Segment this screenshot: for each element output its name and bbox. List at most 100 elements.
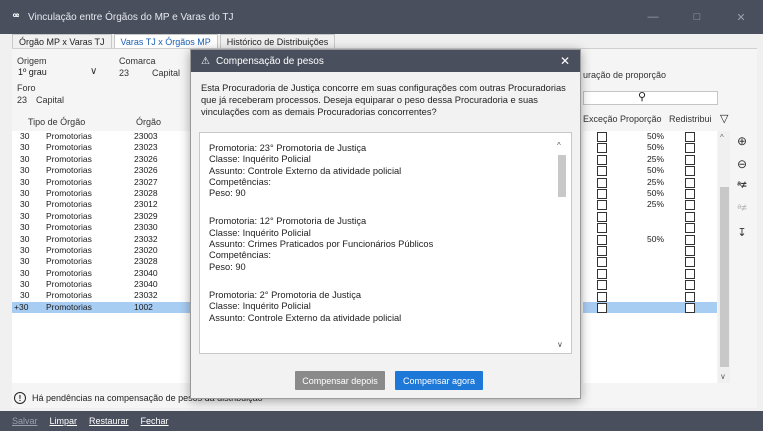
table-row[interactable] [583, 268, 717, 279]
table-row[interactable]: 30 Promotorias 23020 [12, 245, 192, 256]
table-row[interactable]: 30 Promotorias 23026 [12, 165, 192, 176]
chevron-down-icon[interactable]: ∨ [90, 66, 97, 77]
redistribui-checkbox[interactable] [685, 291, 695, 302]
redistribui-checkbox[interactable] [685, 143, 695, 154]
minimize-icon[interactable]: — [631, 0, 675, 34]
col-redistribui[interactable]: Redistribui [669, 114, 712, 124]
excecao-checkbox[interactable] [597, 166, 607, 177]
table-row[interactable]: 30 Promotorias 23012 [12, 199, 192, 210]
table-row[interactable]: 25% [583, 177, 717, 188]
table-row[interactable] [583, 302, 717, 314]
fechar-button[interactable]: Fechar [141, 416, 169, 426]
table-row[interactable] [583, 222, 717, 234]
excecao-checkbox[interactable] [597, 234, 607, 245]
table-row[interactable]: 30 Promotorias 23040 [12, 268, 192, 279]
table-row[interactable]: 50% [583, 165, 717, 177]
dialog-close-icon[interactable]: ✕ [560, 54, 570, 68]
table-row[interactable] [583, 211, 717, 222]
col-tipo-orgao[interactable]: Tipo de Órgão [14, 114, 136, 130]
col-orgao[interactable]: Órgão [136, 114, 186, 130]
scroll-down-icon[interactable]: ∨ [557, 340, 563, 349]
table-row[interactable]: 30 Promotorias 23030 [12, 222, 192, 233]
excecao-checkbox[interactable] [597, 303, 607, 313]
tab-varas-orgaos-mp[interactable]: Varas TJ x Órgãos MP [113, 34, 218, 48]
add-icon[interactable]: ⊕ [734, 134, 750, 148]
tab-orgao-mp-varas[interactable]: Órgão MP x Varas TJ [12, 34, 112, 48]
excecao-checkbox[interactable] [597, 257, 607, 268]
excecao-checkbox[interactable] [597, 291, 607, 302]
filter-a-icon[interactable]: ᵃ≠ [734, 180, 750, 191]
table-row[interactable]: 30 Promotorias 23028 [12, 188, 192, 199]
table-row[interactable]: 30 Promotorias 23027 [12, 177, 192, 188]
sort-icon[interactable]: ↧ [734, 226, 750, 239]
column-filter-icon[interactable]: ▽ [720, 112, 728, 125]
salvar-button[interactable]: Salvar [12, 416, 38, 426]
table-row[interactable] [583, 256, 717, 268]
redistribui-checkbox[interactable] [685, 246, 695, 256]
compensar-depois-button[interactable]: Compensar depois [295, 371, 385, 390]
restaurar-button[interactable]: Restaurar [89, 416, 129, 426]
redistribui-checkbox[interactable] [685, 200, 695, 211]
table-row[interactable]: 50% [583, 142, 717, 154]
table-row[interactable]: 50% [583, 131, 717, 142]
remove-icon[interactable]: ⊖ [734, 157, 750, 171]
redistribui-checkbox[interactable] [685, 234, 695, 245]
excecao-checkbox[interactable] [597, 211, 607, 222]
limpar-button[interactable]: Limpar [50, 416, 78, 426]
dialog-scrollbar[interactable]: ^ ∨ [557, 141, 567, 349]
scroll-thumb[interactable] [558, 155, 566, 197]
scroll-up-icon[interactable]: ^ [557, 141, 561, 150]
compensar-agora-button[interactable]: Compensar agora [395, 371, 483, 390]
table-row[interactable]: 30 Promotorias 23029 [12, 211, 192, 222]
excecao-checkbox[interactable] [597, 268, 607, 279]
table-row[interactable] [583, 245, 717, 256]
table-row[interactable]: 30 Promotorias 23003 [12, 131, 192, 142]
table-row[interactable]: 25% [583, 199, 717, 211]
foro-name[interactable]: Capital [36, 95, 64, 105]
table-row[interactable]: 30 Promotorias 23023 [12, 142, 192, 153]
table-row[interactable]: 30 Promotorias 23040 [12, 279, 192, 290]
search-input[interactable] [583, 91, 718, 105]
excecao-checkbox[interactable] [597, 154, 607, 165]
scroll-up-icon[interactable]: ^ [720, 133, 724, 142]
excecao-checkbox[interactable] [597, 200, 607, 211]
redistribui-checkbox[interactable] [685, 177, 695, 188]
foro-code[interactable]: 23 [17, 95, 27, 105]
redistribui-checkbox[interactable] [685, 280, 695, 291]
maximize-icon[interactable]: □ [675, 0, 719, 34]
concorrentes-list[interactable]: Promotoria: 23° Promotoria de Justiça Cl… [199, 132, 572, 354]
filter-b-icon[interactable]: ᵃ≠ [734, 203, 750, 214]
excecao-checkbox[interactable] [597, 177, 607, 188]
excecao-checkbox[interactable] [597, 223, 607, 234]
table-row[interactable]: 30 Promotorias 23028 [12, 256, 192, 267]
excecao-checkbox[interactable] [597, 132, 607, 142]
col-proporcao[interactable]: Proporção [620, 114, 662, 124]
table-row[interactable]: 50% [583, 188, 717, 199]
table-row[interactable]: 30 Promotorias 23026 [12, 154, 192, 165]
redistribui-checkbox[interactable] [685, 268, 695, 279]
table-row[interactable]: 50% [583, 234, 717, 245]
comarca-name[interactable]: Capital [152, 68, 180, 78]
close-icon[interactable]: ✕ [719, 0, 763, 34]
table-row[interactable] [583, 279, 717, 291]
col-excecao[interactable]: Exceção [583, 114, 618, 124]
redistribui-checkbox[interactable] [685, 211, 695, 222]
table-row[interactable]: 30 Promotorias 23032 [12, 234, 192, 245]
table-row-selected[interactable]: +30 Promotorias 1002 [12, 301, 192, 314]
redistribui-checkbox[interactable] [685, 189, 695, 199]
excecao-checkbox[interactable] [597, 189, 607, 199]
scroll-down-icon[interactable]: ∨ [720, 372, 726, 381]
redistribui-checkbox[interactable] [685, 303, 695, 313]
redistribui-checkbox[interactable] [685, 223, 695, 234]
excecao-checkbox[interactable] [597, 280, 607, 291]
excecao-checkbox[interactable] [597, 143, 607, 154]
scroll-thumb[interactable] [720, 187, 729, 367]
table-row[interactable]: 25% [583, 154, 717, 165]
table-row[interactable] [583, 291, 717, 302]
redistribui-checkbox[interactable] [685, 132, 695, 142]
redistribui-checkbox[interactable] [685, 166, 695, 177]
search-icon[interactable]: ⚲ [638, 90, 646, 103]
redistribui-checkbox[interactable] [685, 154, 695, 165]
vertical-scrollbar[interactable]: ^ ∨ [718, 131, 730, 383]
table-row[interactable]: 30 Promotorias 23032 [12, 290, 192, 301]
